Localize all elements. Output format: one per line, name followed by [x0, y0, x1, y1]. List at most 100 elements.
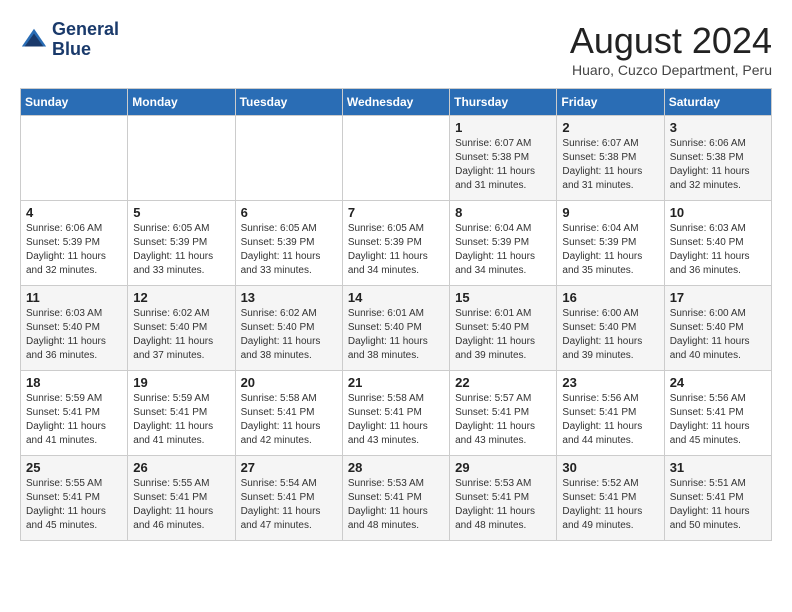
cell-detail: Sunrise: 6:04 AM Sunset: 5:39 PM Dayligh… — [455, 222, 551, 278]
day-number: 11 — [26, 290, 122, 305]
logo-line2: Blue — [52, 40, 119, 60]
cell-detail: Sunrise: 5:52 AM Sunset: 5:41 PM Dayligh… — [562, 477, 658, 533]
calendar-cell: 11 Sunrise: 6:03 AM Sunset: 5:40 PM Dayli… — [21, 286, 128, 371]
calendar-cell: 31 Sunrise: 5:51 AM Sunset: 5:41 PM Dayli… — [664, 456, 771, 541]
cell-detail: Sunrise: 5:55 AM Sunset: 5:41 PM Dayligh… — [26, 477, 122, 533]
weekday-header-saturday: Saturday — [664, 89, 771, 116]
cell-detail: Sunrise: 6:02 AM Sunset: 5:40 PM Dayligh… — [133, 307, 229, 363]
cell-detail: Sunrise: 5:53 AM Sunset: 5:41 PM Dayligh… — [455, 477, 551, 533]
calendar-cell: 10Sunrise: 6:03 AM Sunset: 5:40 PM Dayli… — [664, 201, 771, 286]
weekday-header-row: SundayMondayTuesdayWednesdayThursdayFrid… — [21, 89, 772, 116]
day-number: 6 — [241, 205, 337, 220]
calendar-cell: 12Sunrise: 6:02 AM Sunset: 5:40 PM Dayli… — [128, 286, 235, 371]
title-block: August 2024 Huaro, Cuzco Department, Per… — [570, 20, 772, 78]
cell-detail: Sunrise: 6:05 AM Sunset: 5:39 PM Dayligh… — [133, 222, 229, 278]
day-number: 25 — [26, 460, 122, 475]
weekday-header-tuesday: Tuesday — [235, 89, 342, 116]
cell-detail: Sunrise: 6:03 AM Sunset: 5:40 PM Dayligh… — [26, 307, 122, 363]
cell-detail: Sunrise: 5:59 AM Sunset: 5:41 PM Dayligh… — [26, 392, 122, 448]
calendar-cell: 22 Sunrise: 5:57 AM Sunset: 5:41 PM Dayli… — [450, 371, 557, 456]
day-number: 1 — [455, 120, 551, 135]
calendar-cell: 7 Sunrise: 6:05 AM Sunset: 5:39 PM Daylig… — [342, 201, 449, 286]
day-number: 3 — [670, 120, 766, 135]
month-title: August 2024 — [570, 20, 772, 62]
day-number: 7 — [348, 205, 444, 220]
cell-detail: Sunrise: 5:56 AM Sunset: 5:41 PM Dayligh… — [670, 392, 766, 448]
day-number: 24 — [670, 375, 766, 390]
logo-line1: General — [52, 20, 119, 40]
calendar-cell — [342, 116, 449, 201]
cell-detail: Sunrise: 5:59 AM Sunset: 5:41 PM Dayligh… — [133, 392, 229, 448]
day-number: 29 — [455, 460, 551, 475]
cell-detail: Sunrise: 6:00 AM Sunset: 5:40 PM Dayligh… — [562, 307, 658, 363]
calendar-cell: 1 Sunrise: 6:07 AM Sunset: 5:38 PM Daylig… — [450, 116, 557, 201]
calendar-cell: 23Sunrise: 5:56 AM Sunset: 5:41 PM Dayli… — [557, 371, 664, 456]
calendar-cell: 18 Sunrise: 5:59 AM Sunset: 5:41 PM Dayli… — [21, 371, 128, 456]
calendar-cell: 8Sunrise: 6:04 AM Sunset: 5:39 PM Daylig… — [450, 201, 557, 286]
cell-detail: Sunrise: 5:55 AM Sunset: 5:41 PM Dayligh… — [133, 477, 229, 533]
calendar-cell: 26 Sunrise: 5:55 AM Sunset: 5:41 PM Dayli… — [128, 456, 235, 541]
cell-detail: Sunrise: 5:51 AM Sunset: 5:41 PM Dayligh… — [670, 477, 766, 533]
calendar-cell: 30Sunrise: 5:52 AM Sunset: 5:41 PM Dayli… — [557, 456, 664, 541]
cell-detail: Sunrise: 6:04 AM Sunset: 5:39 PM Dayligh… — [562, 222, 658, 278]
week-row-4: 18 Sunrise: 5:59 AM Sunset: 5:41 PM Dayli… — [21, 371, 772, 456]
calendar-cell: 5 Sunrise: 6:05 AM Sunset: 5:39 PM Daylig… — [128, 201, 235, 286]
day-number: 22 — [455, 375, 551, 390]
day-number: 9 — [562, 205, 658, 220]
day-number: 18 — [26, 375, 122, 390]
week-row-2: 4Sunrise: 6:06 AM Sunset: 5:39 PM Daylig… — [21, 201, 772, 286]
calendar-cell: 28Sunrise: 5:53 AM Sunset: 5:41 PM Dayli… — [342, 456, 449, 541]
day-number: 28 — [348, 460, 444, 475]
calendar-cell: 24 Sunrise: 5:56 AM Sunset: 5:41 PM Dayli… — [664, 371, 771, 456]
calendar-cell: 4Sunrise: 6:06 AM Sunset: 5:39 PM Daylig… — [21, 201, 128, 286]
calendar-table: SundayMondayTuesdayWednesdayThursdayFrid… — [20, 88, 772, 541]
weekday-header-thursday: Thursday — [450, 89, 557, 116]
calendar-cell: 9 Sunrise: 6:04 AM Sunset: 5:39 PM Daylig… — [557, 201, 664, 286]
calendar-cell: 3 Sunrise: 6:06 AM Sunset: 5:38 PM Daylig… — [664, 116, 771, 201]
weekday-header-sunday: Sunday — [21, 89, 128, 116]
day-number: 19 — [133, 375, 229, 390]
calendar-cell — [21, 116, 128, 201]
day-number: 27 — [241, 460, 337, 475]
weekday-header-monday: Monday — [128, 89, 235, 116]
calendar-cell: 2Sunrise: 6:07 AM Sunset: 5:38 PM Daylig… — [557, 116, 664, 201]
calendar-cell: 27 Sunrise: 5:54 AM Sunset: 5:41 PM Dayli… — [235, 456, 342, 541]
calendar-cell: 29 Sunrise: 5:53 AM Sunset: 5:41 PM Dayli… — [450, 456, 557, 541]
cell-detail: Sunrise: 6:07 AM Sunset: 5:38 PM Dayligh… — [455, 137, 551, 193]
day-number: 21 — [348, 375, 444, 390]
day-number: 26 — [133, 460, 229, 475]
day-number: 15 — [455, 290, 551, 305]
cell-detail: Sunrise: 6:06 AM Sunset: 5:39 PM Dayligh… — [26, 222, 122, 278]
day-number: 5 — [133, 205, 229, 220]
cell-detail: Sunrise: 6:03 AM Sunset: 5:40 PM Dayligh… — [670, 222, 766, 278]
calendar-cell: 13 Sunrise: 6:02 AM Sunset: 5:40 PM Dayli… — [235, 286, 342, 371]
cell-detail: Sunrise: 5:58 AM Sunset: 5:41 PM Dayligh… — [348, 392, 444, 448]
logo-icon — [20, 26, 48, 54]
day-number: 31 — [670, 460, 766, 475]
week-row-5: 25 Sunrise: 5:55 AM Sunset: 5:41 PM Dayli… — [21, 456, 772, 541]
cell-detail: Sunrise: 6:01 AM Sunset: 5:40 PM Dayligh… — [348, 307, 444, 363]
location-title: Huaro, Cuzco Department, Peru — [570, 62, 772, 78]
day-number: 2 — [562, 120, 658, 135]
week-row-1: 1 Sunrise: 6:07 AM Sunset: 5:38 PM Daylig… — [21, 116, 772, 201]
day-number: 13 — [241, 290, 337, 305]
calendar-cell: 14Sunrise: 6:01 AM Sunset: 5:40 PM Dayli… — [342, 286, 449, 371]
calendar-cell: 19 Sunrise: 5:59 AM Sunset: 5:41 PM Dayli… — [128, 371, 235, 456]
calendar-cell: 21 Sunrise: 5:58 AM Sunset: 5:41 PM Dayli… — [342, 371, 449, 456]
cell-detail: Sunrise: 5:54 AM Sunset: 5:41 PM Dayligh… — [241, 477, 337, 533]
cell-detail: Sunrise: 5:56 AM Sunset: 5:41 PM Dayligh… — [562, 392, 658, 448]
cell-detail: Sunrise: 6:06 AM Sunset: 5:38 PM Dayligh… — [670, 137, 766, 193]
weekday-header-wednesday: Wednesday — [342, 89, 449, 116]
cell-detail: Sunrise: 6:02 AM Sunset: 5:40 PM Dayligh… — [241, 307, 337, 363]
weekday-header-friday: Friday — [557, 89, 664, 116]
calendar-cell: 6Sunrise: 6:05 AM Sunset: 5:39 PM Daylig… — [235, 201, 342, 286]
logo: General Blue — [20, 20, 119, 60]
cell-detail: Sunrise: 5:57 AM Sunset: 5:41 PM Dayligh… — [455, 392, 551, 448]
cell-detail: Sunrise: 6:01 AM Sunset: 5:40 PM Dayligh… — [455, 307, 551, 363]
calendar-cell — [128, 116, 235, 201]
calendar-cell: 25 Sunrise: 5:55 AM Sunset: 5:41 PM Dayli… — [21, 456, 128, 541]
cell-detail: Sunrise: 6:05 AM Sunset: 5:39 PM Dayligh… — [348, 222, 444, 278]
calendar-cell: 17Sunrise: 6:00 AM Sunset: 5:40 PM Dayli… — [664, 286, 771, 371]
calendar-cell — [235, 116, 342, 201]
week-row-3: 11 Sunrise: 6:03 AM Sunset: 5:40 PM Dayli… — [21, 286, 772, 371]
